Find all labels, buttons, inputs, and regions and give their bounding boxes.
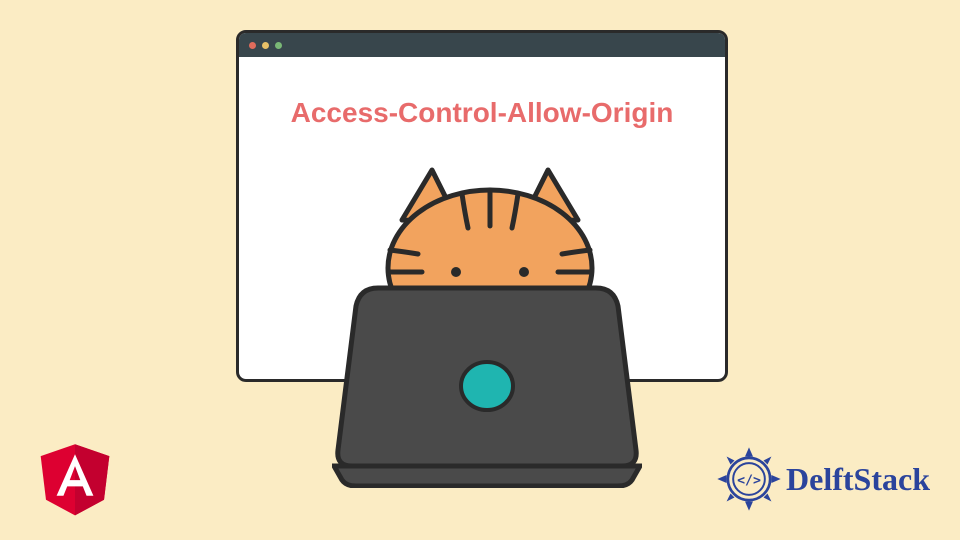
delftstack-seal-icon: </> bbox=[716, 446, 782, 512]
window-title-bar bbox=[239, 33, 725, 57]
angular-logo-icon bbox=[36, 436, 114, 518]
svg-text:</>: </> bbox=[737, 473, 761, 488]
delftstack-brand-text: DelftStack bbox=[786, 461, 930, 498]
delftstack-logo: </> DelftStack bbox=[716, 446, 930, 512]
maximize-icon bbox=[275, 42, 282, 49]
close-icon bbox=[249, 42, 256, 49]
laptop-illustration bbox=[332, 278, 642, 488]
window-content: Access-Control-Allow-Origin bbox=[239, 57, 725, 169]
headline-text: Access-Control-Allow-Origin bbox=[269, 97, 695, 129]
minimize-icon bbox=[262, 42, 269, 49]
